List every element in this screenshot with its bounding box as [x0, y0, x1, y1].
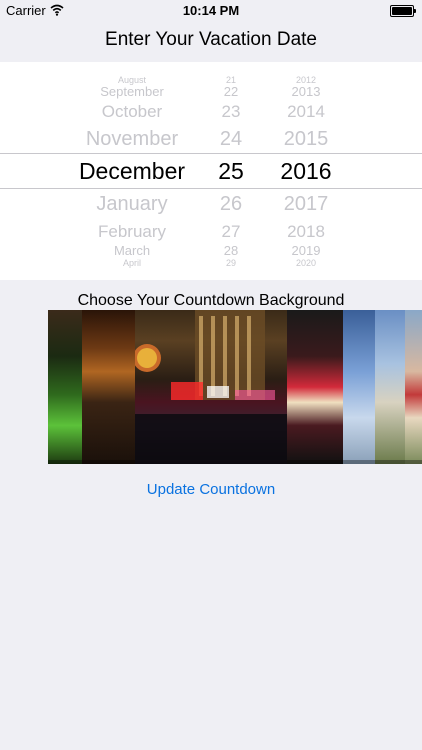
year-option[interactable]: 2019 [270, 244, 342, 257]
year-option[interactable]: 2013 [270, 85, 342, 98]
thumbnail-shadow [48, 460, 82, 464]
month-option[interactable]: October [48, 103, 216, 120]
battery-icon [390, 5, 416, 17]
day-option[interactable]: 27 [208, 223, 254, 240]
month-option-selected[interactable]: December [48, 160, 216, 183]
paris-hotel-illustration [135, 310, 287, 464]
month-option[interactable]: April [48, 259, 216, 268]
month-option[interactable]: September [48, 85, 216, 98]
month-wheel[interactable]: August September October November Decemb… [48, 62, 216, 280]
background-thumbnail-casino-floor[interactable] [82, 310, 135, 464]
year-option-selected[interactable]: 2016 [270, 160, 342, 183]
thumbnail-shadow [287, 460, 343, 464]
year-option[interactable]: 2015 [270, 129, 342, 149]
day-option[interactable]: 23 [208, 103, 254, 120]
year-option[interactable]: 2017 [270, 194, 342, 214]
page-title: Enter Your Vacation Date [105, 29, 317, 50]
year-option[interactable]: 2020 [270, 259, 342, 268]
navigation-bar: Enter Your Vacation Date [0, 22, 422, 62]
day-option[interactable]: 24 [208, 129, 254, 149]
day-option[interactable]: 29 [208, 259, 254, 268]
thumbnail-shadow [405, 460, 422, 464]
day-option[interactable]: 22 [208, 85, 254, 98]
date-picker[interactable]: August September October November Decemb… [0, 62, 422, 280]
day-wheel[interactable]: 21 22 23 24 25 26 27 28 29 [208, 62, 254, 280]
background-thumbnail-las-vegas-sign[interactable] [405, 310, 422, 464]
day-option[interactable]: 28 [208, 244, 254, 257]
day-option[interactable]: 26 [208, 194, 254, 214]
day-option-selected[interactable]: 25 [208, 160, 254, 183]
year-option[interactable]: 2014 [270, 103, 342, 120]
background-thumbnail-slots[interactable] [48, 310, 82, 464]
year-option[interactable]: 2018 [270, 223, 342, 240]
thumbnail-shadow [375, 460, 405, 464]
background-thumbnail-hotel-tower[interactable] [343, 310, 375, 464]
background-carousel[interactable] [0, 310, 422, 464]
month-option[interactable]: January [48, 194, 216, 214]
background-thumbnail-paris-las-vegas[interactable] [135, 310, 287, 464]
year-wheel[interactable]: 2012 2013 2014 2015 2016 2017 2018 2019 … [270, 62, 342, 280]
thumbnail-shadow [82, 460, 135, 464]
clock: 10:14 PM [182, 3, 240, 18]
month-option[interactable]: February [48, 223, 216, 240]
thumbnail-shadow [343, 460, 375, 464]
background-section-title: Choose Your Countdown Background [77, 292, 345, 309]
month-option[interactable]: November [48, 129, 216, 149]
update-countdown-button[interactable]: Update Countdown [0, 481, 422, 498]
status-bar: Carrier 10:14 PM [0, 0, 422, 22]
background-thumbnail-flamingo[interactable] [287, 310, 343, 464]
background-thumbnail-welcome-sign[interactable] [375, 310, 405, 464]
month-option[interactable]: March [48, 244, 216, 257]
